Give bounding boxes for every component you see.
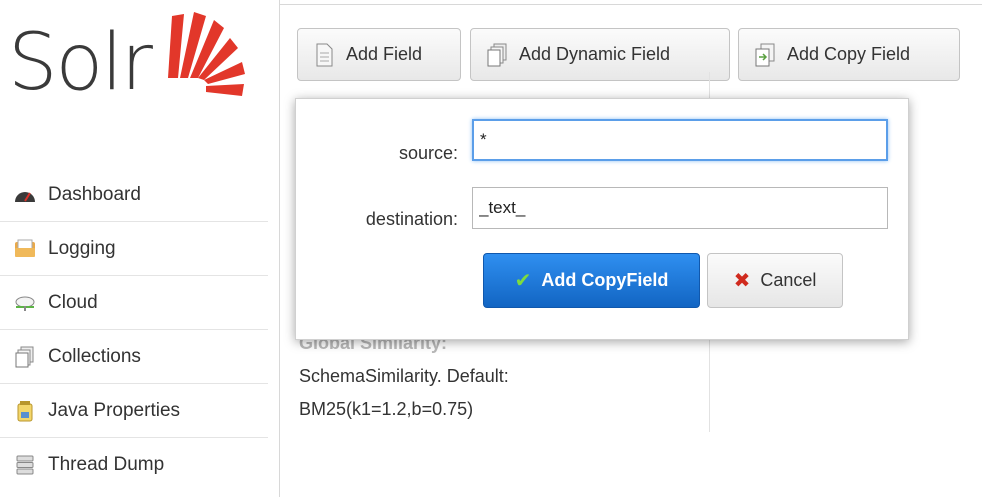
cancel-label: Cancel [760, 270, 817, 290]
nav-item-dashboard[interactable]: Dashboard [0, 168, 268, 222]
add-copyfield-submit-label: Add CopyField [541, 270, 669, 290]
logo-text: Solr [8, 18, 153, 108]
document-icon [316, 43, 333, 66]
add-field-label: Add Field [346, 44, 423, 64]
solr-sun-icon [168, 12, 245, 96]
similarity-value-line1: SchemaSimilarity. Default: [299, 366, 509, 386]
content-top-border [279, 4, 982, 5]
source-input[interactable] [472, 119, 888, 161]
add-copyfield-submit-button[interactable]: ✔ Add CopyField [483, 253, 700, 308]
nav-item-collections[interactable]: Collections [0, 330, 268, 384]
add-dynamic-field-label: Add Dynamic Field [519, 44, 671, 64]
java-properties-icon [14, 400, 36, 421]
nav-item-logging[interactable]: Logging [0, 222, 268, 276]
checkmark-icon: ✔ [514, 270, 532, 292]
nav-label-collections: Collections [48, 345, 141, 367]
solr-logo[interactable]: Solr [8, 8, 248, 118]
add-copy-field-label: Add Copy Field [787, 44, 911, 64]
nav-item-cloud[interactable]: Cloud [0, 276, 268, 330]
nav-item-thread-dump[interactable]: Thread Dump [0, 438, 268, 492]
main-nav: Dashboard Logging Cloud Collections Java… [0, 168, 268, 492]
nav-label-dashboard: Dashboard [48, 183, 141, 205]
add-copy-field-button[interactable]: Add Copy Field [738, 28, 960, 81]
dashboard-icon [14, 185, 36, 205]
destination-label: destination: [365, 209, 458, 229]
nav-label-cloud: Cloud [48, 291, 98, 313]
cancel-button[interactable]: ✖ Cancel [707, 253, 843, 308]
content-divider [279, 0, 280, 497]
close-icon: ✖ [733, 270, 751, 292]
add-copy-field-dialog: source: destination: ✔ Add CopyField ✖ C… [295, 98, 909, 340]
source-label: source: [398, 143, 458, 163]
nav-label-thread-dump: Thread Dump [48, 454, 165, 475]
collections-icon [14, 346, 36, 367]
similarity-value-line2: BM25(k1=1.2,b=0.75) [299, 399, 474, 419]
copy-document-icon [755, 43, 775, 66]
documents-stack-icon [487, 43, 507, 66]
cloud-icon [14, 293, 36, 313]
nav-label-logging: Logging [48, 237, 116, 259]
nav-label-java-properties: Java Properties [48, 399, 181, 421]
destination-input[interactable] [472, 187, 888, 229]
sidebar: Solr Dashboard Logging Cloud Collections… [0, 0, 272, 497]
thread-dump-icon [14, 455, 36, 475]
logging-icon [14, 239, 36, 259]
nav-item-java-properties[interactable]: Java Properties [0, 384, 268, 438]
